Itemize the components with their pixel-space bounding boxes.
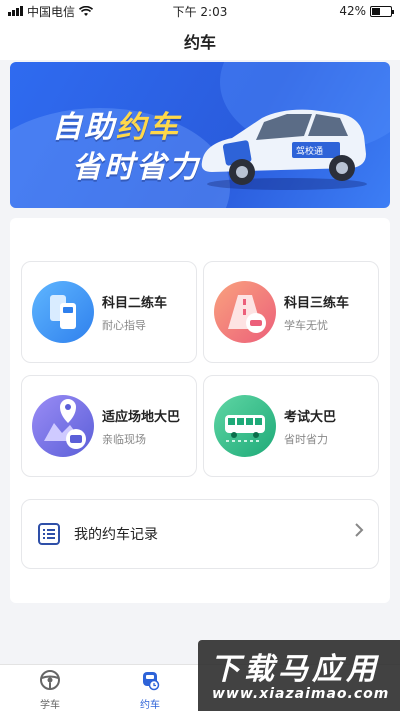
menu-tile-exam-bus[interactable]: 考试大巴 省时省力 [203,375,379,477]
watermark: 下载马应用 www.xiazaimao.com [198,640,400,711]
menu-tile-venue-bus[interactable]: 适应场地大巴 亲临现场 [21,375,197,477]
car-illustration: 驾校通 [201,109,367,190]
menu-title: 科目二练车 [102,295,168,311]
tab-label: 学车 [40,700,60,711]
banner-subheadline: 省时省力 [72,150,200,185]
car-icon [143,672,160,691]
menu-title: 科目三练车 [284,295,350,311]
battery-icon [370,5,394,17]
menu-title: 考试大巴 [284,409,337,425]
signal-icon [8,6,23,16]
menu-tile-subject2[interactable]: 科目二练车 耐心指导 [21,261,197,363]
steering-wheel-icon [40,670,60,690]
booking-record-label: 我的约车记录 [74,527,158,543]
booking-record-row[interactable]: 我的约车记录 [21,499,379,569]
menu-tile-subject3[interactable]: 科目三练车 学车无忧 [203,261,379,363]
menu-subtitle: 学车无忧 [284,318,328,332]
booking-menu-card: 科目二练车 耐心指导 科目三练车 学车无忧 适应场地大巴 亲临现场 考试大巴 省… [10,218,390,603]
location-bus-icon [32,395,94,457]
watermark-text: 下载马应用 [210,652,380,687]
page-title: 约车 [183,33,216,52]
tab-book[interactable]: 约车 [120,669,180,711]
carrier-label: 中国电信 [27,4,76,19]
wifi-icon [79,5,94,16]
menu-title: 适应场地大巴 [102,409,181,425]
promo-banner[interactable]: 自助约车 省时省力 驾校通 [10,62,390,208]
watermark-url: www.xiazaimao.com [212,686,390,702]
car-parking-icon [32,281,94,343]
bus-icon [214,395,276,457]
car-door-label: 驾校通 [296,145,323,157]
nav-bar: 约车 [0,22,400,60]
status-bar: 中国电信 下午 2:03 42% [0,0,400,22]
menu-subtitle: 耐心指导 [102,318,146,332]
menu-subtitle: 省时省力 [284,432,328,446]
road-car-icon [214,281,276,343]
battery-percent: 42% [339,4,366,18]
banner-headline: 自助约车 [52,110,180,145]
tab-label: 约车 [140,700,160,711]
menu-subtitle: 亲临现场 [102,432,146,446]
tab-learn[interactable]: 学车 [20,669,80,711]
chevron-right-icon [355,523,364,537]
list-icon [38,523,60,545]
